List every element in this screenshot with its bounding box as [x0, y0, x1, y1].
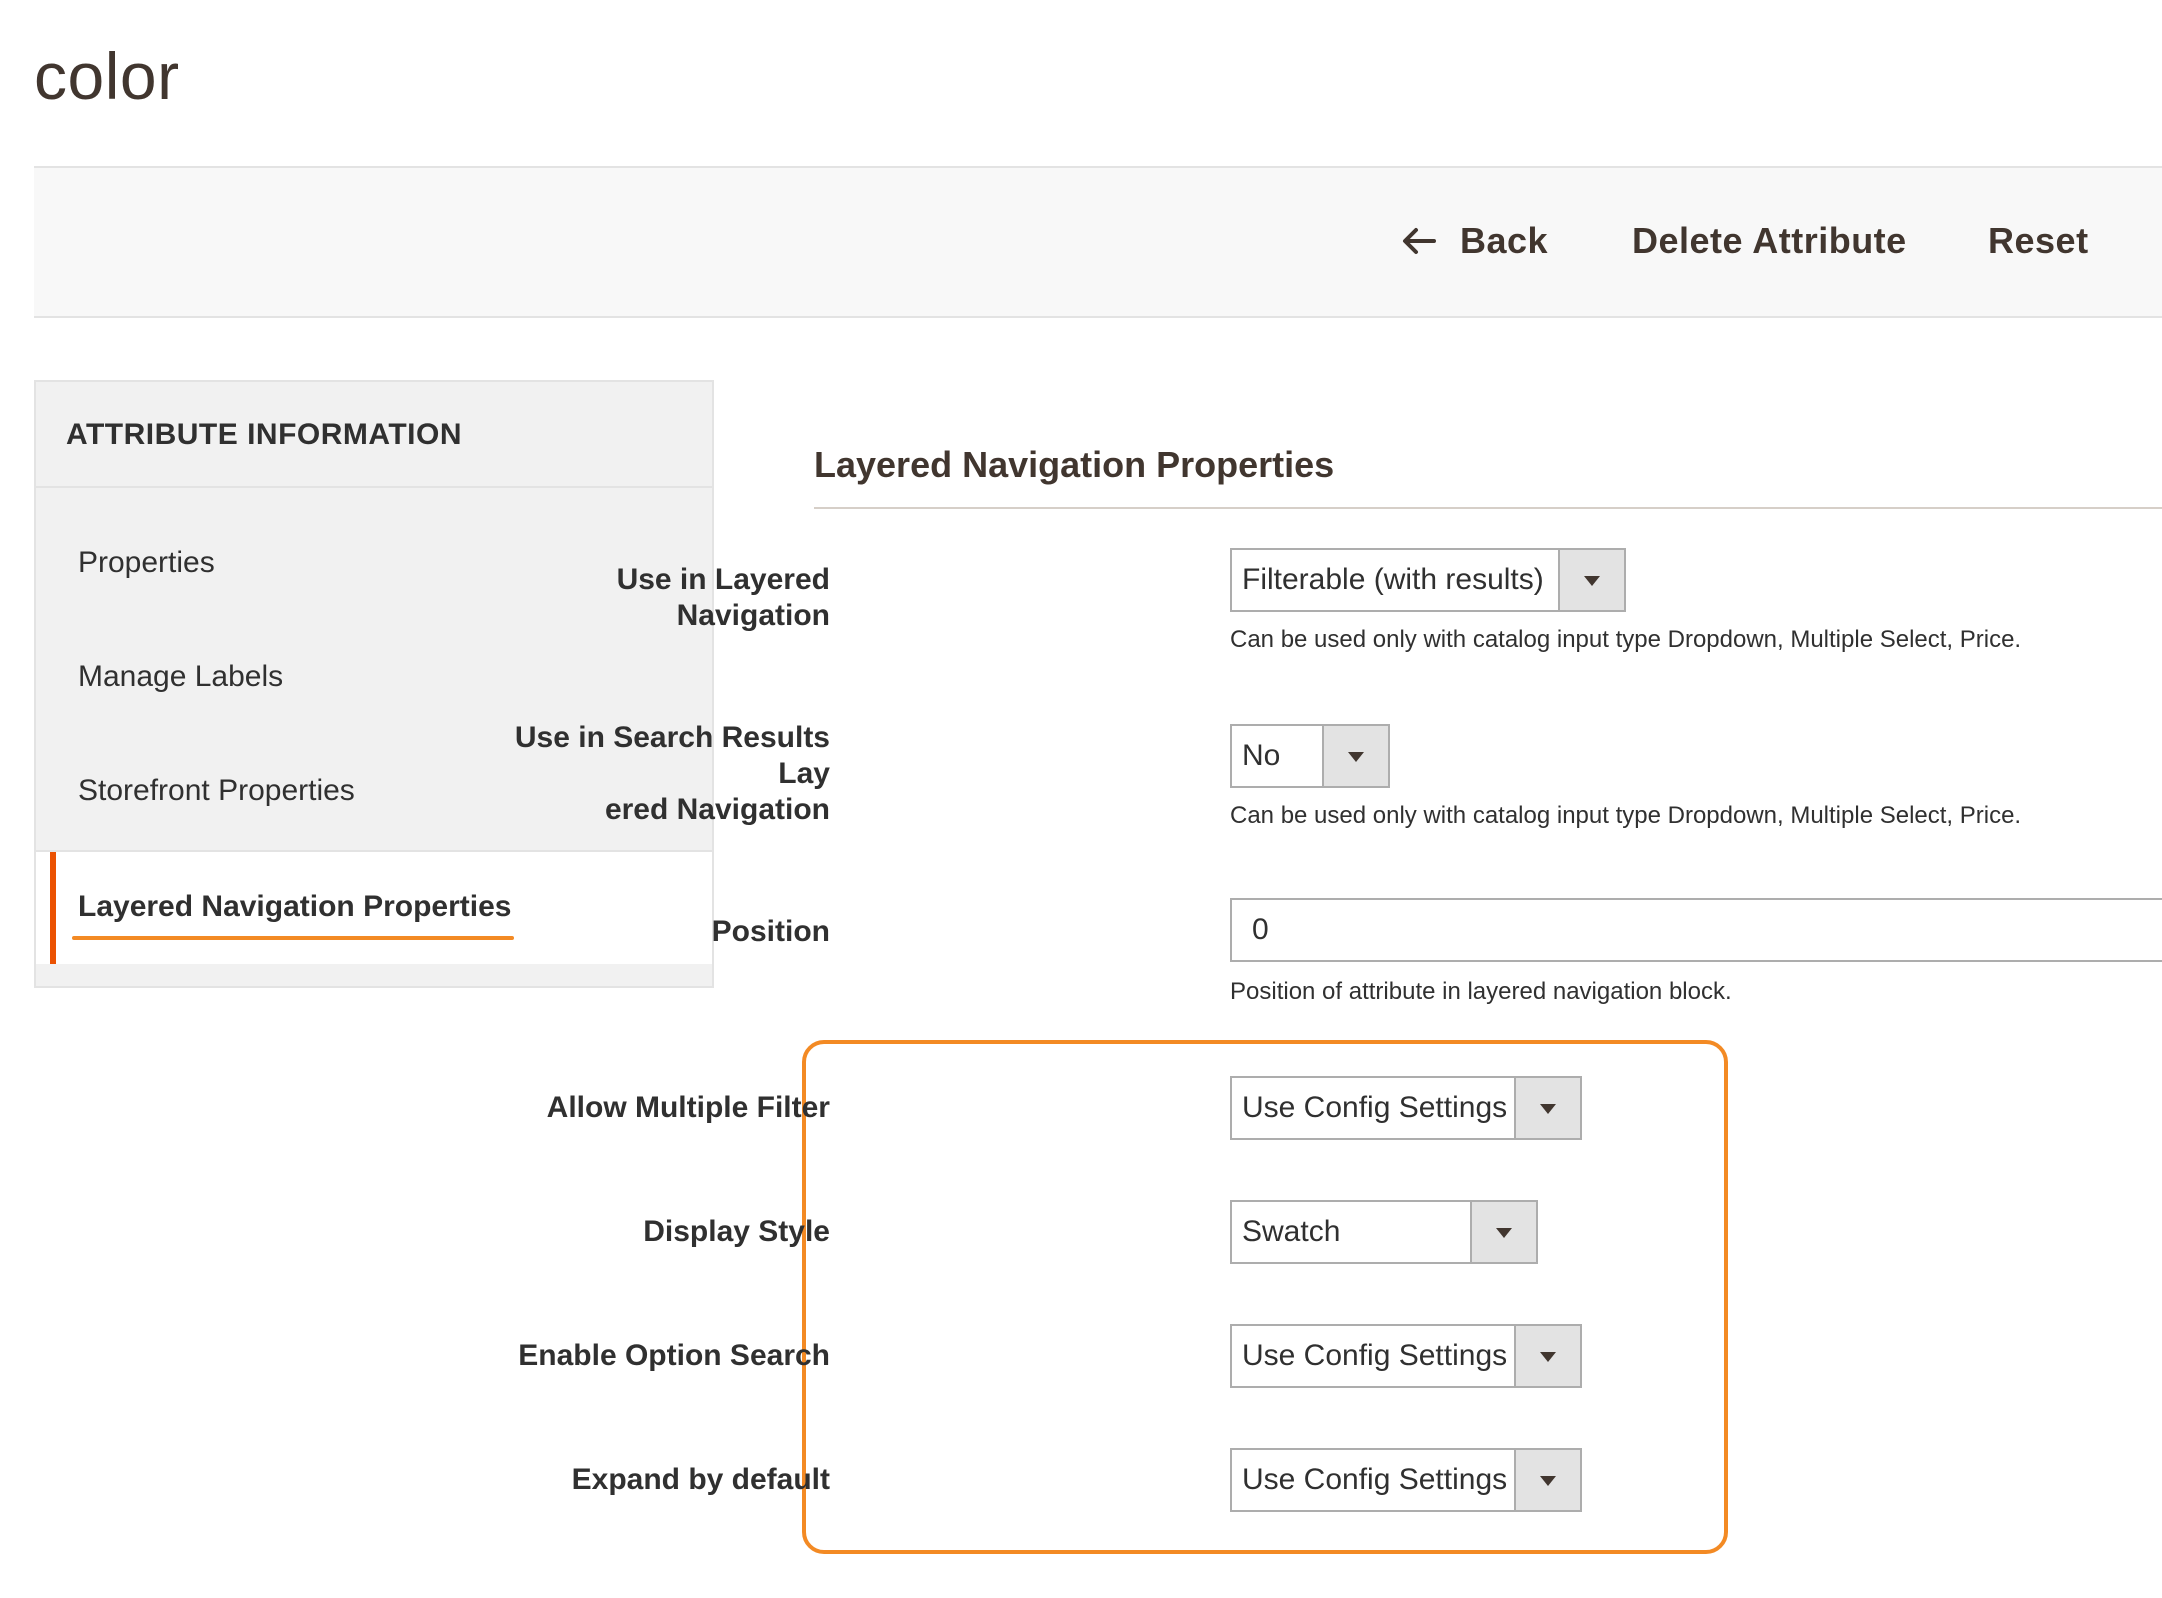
page-actions-toolbar: Back Delete Attribute Reset [34, 166, 2162, 318]
select-value: Use Config Settings [1242, 1339, 1508, 1372]
delete-attribute-button[interactable]: Delete Attribute [1632, 220, 1907, 262]
use-in-search-results-select[interactable]: No [1230, 724, 1390, 788]
allow-multiple-filter-label: Allow Multiple Filter [546, 1091, 830, 1124]
select-value: Use Config Settings [1242, 1463, 1508, 1496]
caret-down-icon [1558, 550, 1624, 610]
use-in-search-results-label: Use in Search Results Lay ered Navigatio… [470, 720, 830, 828]
expand-by-default-select[interactable]: Use Config Settings [1230, 1448, 1582, 1512]
sidebar-heading: ATTRIBUTE INFORMATION [36, 382, 712, 488]
use-in-layered-navigation-label: Use in Layered Navigation [616, 563, 830, 632]
select-value: Use Config Settings [1242, 1091, 1508, 1124]
back-button-label: Back [1460, 220, 1549, 261]
reset-button[interactable]: Reset [1988, 220, 2089, 262]
caret-down-icon [1514, 1326, 1580, 1386]
display-style-label: Display Style [643, 1215, 830, 1248]
label-line: Use in Search Results Lay [514, 721, 830, 790]
select-value: Swatch [1242, 1215, 1341, 1248]
label-line: ered Navigation [604, 793, 830, 826]
position-note: Position of attribute in layered navigat… [1230, 978, 1732, 1005]
sidebar-item-label: Manage Labels [78, 660, 284, 693]
display-style-select[interactable]: Swatch [1230, 1200, 1538, 1264]
use-in-search-results-note: Can be used only with catalog input type… [1230, 802, 2022, 829]
caret-down-icon [1514, 1450, 1580, 1510]
enable-option-search-label: Enable Option Search [518, 1339, 830, 1372]
allow-multiple-filter-select[interactable]: Use Config Settings [1230, 1076, 1582, 1140]
caret-down-icon [1514, 1078, 1580, 1138]
position-label: Position [711, 915, 830, 948]
sidebar-tabs: ATTRIBUTE INFORMATION Properties Manage … [34, 380, 714, 988]
sidebar-item-label: Properties [78, 546, 215, 579]
position-input[interactable]: 0 [1230, 898, 2162, 962]
select-value: No [1242, 739, 1281, 772]
sidebar-item-label: Storefront Properties [78, 774, 355, 807]
expand-by-default-label: Expand by default [571, 1463, 830, 1496]
use-in-layered-navigation-select[interactable]: Filterable (with results) [1230, 548, 1626, 612]
active-tab-underline [72, 936, 514, 940]
section-title: Layered Navigation Properties [814, 444, 1335, 485]
use-in-layered-navigation-note: Can be used only with catalog input type… [1230, 626, 2022, 653]
sidebar-item-manage-labels[interactable]: Manage Labels [36, 660, 712, 694]
page-title: color [34, 39, 180, 113]
arrow-left-icon [1402, 222, 1436, 264]
select-value: Filterable (with results) [1242, 563, 1544, 596]
back-button[interactable]: Back [1402, 220, 1548, 264]
caret-down-icon [1470, 1202, 1536, 1262]
caret-down-icon [1322, 726, 1388, 786]
sidebar-item-label: Layered Navigation Properties [78, 890, 512, 923]
enable-option-search-select[interactable]: Use Config Settings [1230, 1324, 1582, 1388]
section-divider [814, 507, 2162, 509]
